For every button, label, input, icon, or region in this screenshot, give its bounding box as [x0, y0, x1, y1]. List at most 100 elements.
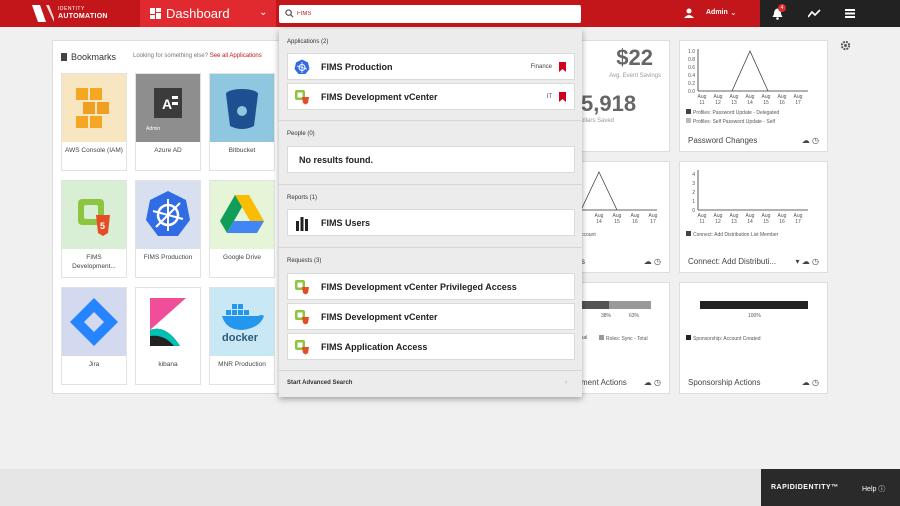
- brand-name: RAPIDIDENTITY™: [771, 484, 839, 491]
- user-menu[interactable]: Admin ⌄: [684, 0, 760, 27]
- gear-icon[interactable]: [840, 40, 851, 51]
- bookmarks-card: Bookmarks Looking for something else? Se…: [52, 40, 282, 394]
- clock-icon[interactable]: ◷: [654, 378, 661, 387]
- search-icon: [285, 9, 294, 18]
- bookmark-tile-kibana[interactable]: kibana: [135, 287, 201, 385]
- card-title: Password Changes: [688, 136, 758, 145]
- bookmark-tile-fims-production[interactable]: FIMS Production: [135, 180, 201, 278]
- notifications-button[interactable]: 4: [760, 0, 796, 27]
- search-result-report[interactable]: FIMS Users: [287, 209, 575, 236]
- connect-chart: 43210 Aug11Aug12Aug13Aug14Aug15Aug16Aug1…: [692, 170, 808, 225]
- bookmark-tile-fims-development[interactable]: 5 FIMS Development...: [61, 180, 127, 278]
- clock-icon[interactable]: ◷: [812, 257, 819, 266]
- top-navigation-bar: IDENTITY AUTOMATION Dashboard ⌄ Admin ⌄: [0, 0, 900, 27]
- x-tick-label: 15: [614, 219, 620, 225]
- bookmark-tile-jira[interactable]: Jira: [61, 287, 127, 385]
- sponsorship-bar: [700, 301, 808, 309]
- result-label: FIMS Development vCenter: [321, 92, 438, 102]
- y-tick-label: 0.4: [688, 73, 695, 79]
- bookmark-label: Azure AD: [154, 147, 182, 154]
- logo-mark-icon: [32, 5, 54, 22]
- cloud-icon[interactable]: ☁: [802, 136, 810, 145]
- rapididentity-brand: RAPIDIDENTITY™ Help ⓘ: [761, 469, 900, 506]
- card-title: ment Actions: [581, 378, 627, 387]
- azure-ad-icon: A Admin: [136, 74, 200, 142]
- clock-icon[interactable]: ◷: [812, 136, 819, 145]
- search-result-request[interactable]: FIMS Application Access: [287, 333, 575, 360]
- cloud-icon[interactable]: ☁: [644, 257, 652, 266]
- clock-icon[interactable]: ◷: [812, 378, 819, 387]
- total-saved-label: ollars Saved: [581, 118, 615, 124]
- bookmark-icon: [61, 53, 67, 61]
- chevron-down-icon[interactable]: ▾: [796, 257, 800, 266]
- activity-button[interactable]: [796, 0, 832, 27]
- y-tick-label: 0.0: [688, 89, 695, 95]
- clock-icon[interactable]: ◷: [654, 257, 661, 266]
- y-tick-label: 1: [692, 199, 695, 205]
- jira-icon: [62, 288, 126, 356]
- identity-automation-logo[interactable]: IDENTITY AUTOMATION: [32, 5, 140, 23]
- bookmark-tile-aws[interactable]: AWS Console (IAM): [61, 73, 127, 171]
- cloud-icon[interactable]: ☁: [802, 378, 810, 387]
- dashboard-menu-button[interactable]: Dashboard ⌄: [140, 0, 276, 27]
- bookmark-tile-azure-ad[interactable]: A Admin Azure AD: [135, 73, 201, 171]
- docker-wordmark: docker: [222, 332, 259, 344]
- legend-item: ccount: [581, 232, 596, 238]
- x-tick-label: 12: [715, 219, 721, 225]
- bookmark-tile-google-drive[interactable]: Google Drive: [209, 180, 275, 278]
- legend-item: Roles: Sync - Total: [599, 335, 648, 342]
- card-actions: ☁ ◷: [644, 378, 661, 387]
- search-result-application[interactable]: FIMS Production Finance: [287, 53, 575, 80]
- cloud-icon[interactable]: ☁: [644, 378, 652, 387]
- vcenter-icon: [295, 90, 309, 105]
- header-actions: 4: [760, 0, 900, 27]
- section-header-reports: Reports (1): [287, 195, 318, 201]
- roles-pct: 63%: [629, 313, 640, 319]
- result-label: FIMS Application Access: [321, 342, 428, 352]
- chevron-right-icon[interactable]: ›: [565, 379, 567, 386]
- legend-item: Profiles: Password Update - Delegated: [686, 109, 779, 116]
- result-tag: IT: [546, 94, 552, 100]
- kibana-icon: [136, 288, 200, 356]
- divider: [279, 120, 582, 121]
- search-result-application[interactable]: FIMS Development vCenter IT: [287, 83, 575, 110]
- bookmark-label: Google Drive: [223, 254, 261, 261]
- no-results-text: No results found.: [299, 155, 373, 165]
- divider: [279, 370, 582, 371]
- search-results-dropdown: Applications (2) FIMS Production Finance…: [279, 29, 582, 397]
- vcenter-icon: [295, 280, 309, 295]
- aws-icon: [62, 74, 126, 142]
- bookmark-tile-bitbucket[interactable]: Bitbucket: [209, 73, 275, 171]
- total-saved-value: 5,918: [581, 91, 637, 116]
- see-all-applications-link[interactable]: See all Applications: [210, 53, 262, 59]
- bar-chart-icon: [296, 217, 308, 231]
- search-result-request[interactable]: FIMS Development vCenter: [287, 303, 575, 330]
- bookmark-flag-icon[interactable]: [559, 92, 566, 102]
- help-link[interactable]: Help ⓘ: [862, 484, 885, 494]
- advanced-search-link[interactable]: Start Advanced Search: [287, 380, 352, 386]
- x-tick-label: 11: [699, 100, 704, 106]
- bookmark-flag-icon[interactable]: [559, 62, 566, 72]
- search-result-request[interactable]: FIMS Development vCenter Privileged Acce…: [287, 273, 575, 300]
- dashboard-label: Dashboard: [166, 6, 230, 21]
- search-input[interactable]: [297, 7, 567, 21]
- people-empty-state: No results found.: [287, 146, 575, 173]
- x-tick-label: 13: [731, 100, 737, 106]
- card-actions: ☁ ◷: [644, 257, 661, 266]
- avg-savings-label: Avg. Event Savings: [609, 73, 661, 79]
- global-search-box[interactable]: [279, 5, 581, 23]
- notification-count-badge: 4: [778, 4, 786, 12]
- x-tick-label: 16: [632, 219, 638, 225]
- roles-bar-segment: [609, 301, 651, 309]
- card-title: Sponsorship Actions: [688, 378, 761, 387]
- vcenter-icon: [295, 310, 309, 325]
- cloud-icon[interactable]: ☁: [802, 257, 810, 266]
- divider: [279, 247, 582, 248]
- user-icon: [684, 8, 694, 18]
- divider: [279, 184, 582, 185]
- page-footer: RAPIDIDENTITY™ Help ⓘ: [0, 469, 900, 506]
- logo-text-identity: IDENTITY: [58, 6, 85, 12]
- list-view-button[interactable]: [832, 0, 868, 27]
- result-label: FIMS Development vCenter Privileged Acce…: [321, 282, 517, 292]
- bookmark-tile-mnr-production[interactable]: docker MNR Production: [209, 287, 275, 385]
